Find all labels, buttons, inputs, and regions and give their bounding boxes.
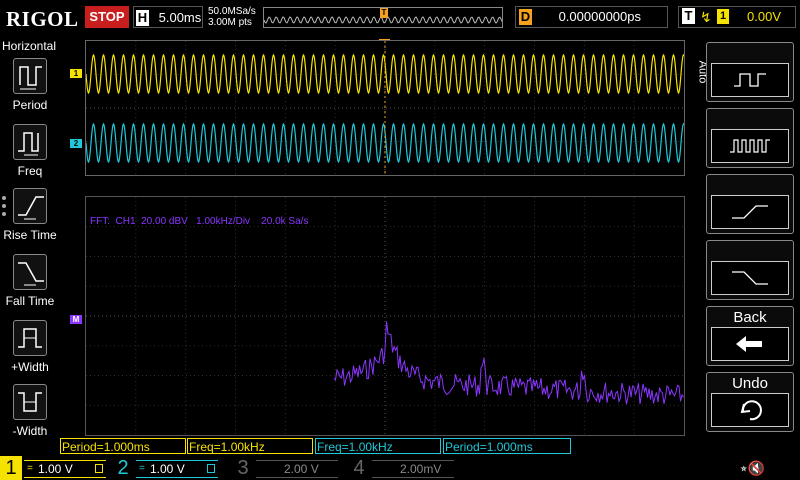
fall-time-icon xyxy=(13,254,47,290)
positive-width-icon xyxy=(13,320,47,356)
trigger-box[interactable]: T ↯ 1 0.00V xyxy=(678,6,796,28)
fft-trace xyxy=(333,321,684,405)
time-domain-display xyxy=(85,40,685,176)
time-domain-waveforms xyxy=(85,41,685,175)
measure-rise-time-label: Rise Time xyxy=(3,228,57,242)
delay-box[interactable]: D 0.00000000ps xyxy=(515,6,668,28)
measure-fall-time-label: Fall Time xyxy=(5,294,55,308)
frequency-icon xyxy=(13,124,47,160)
measurement-ch2-period[interactable]: Period=1.000ms xyxy=(443,438,571,454)
measure-positive-width[interactable]: +Width xyxy=(0,318,60,382)
ch1-offset-marker[interactable]: 1 xyxy=(70,69,82,78)
back-label: Back xyxy=(733,309,767,326)
ch4-number[interactable]: 4 xyxy=(348,456,370,480)
sample-rate: 50.0MSa/s xyxy=(208,6,256,17)
pulse-train-icon xyxy=(711,129,789,163)
rising-edge-icon xyxy=(711,195,789,229)
back-arrow-icon xyxy=(711,327,789,361)
measure-freq[interactable]: Freq xyxy=(0,122,60,186)
softkey-2[interactable] xyxy=(706,108,794,168)
usb-icon: ⭒🔇 xyxy=(740,460,765,476)
ch2-scale: 1.00 V xyxy=(150,462,185,476)
falling-edge-icon xyxy=(711,261,789,295)
timebase-value: 5.00ms xyxy=(158,10,202,25)
ch2-settings[interactable]: = 1.00 V xyxy=(136,460,218,478)
math-offset-marker[interactable]: M xyxy=(70,315,82,324)
ch4-scale: 2.00mV xyxy=(400,462,442,476)
ch2-coupling-icon: = xyxy=(139,463,145,474)
ch4-settings[interactable]: 2.00mV xyxy=(372,460,454,478)
softkey-4[interactable] xyxy=(706,240,794,300)
negative-width-icon xyxy=(13,384,47,420)
measurement-ch2-freq[interactable]: Freq=1.00kHz xyxy=(315,438,441,454)
ch3-settings[interactable]: 2.00 V xyxy=(256,460,338,478)
softkey-1[interactable] xyxy=(706,42,794,102)
ch1-settings[interactable]: = 1.00 V xyxy=(24,460,106,478)
measure-freq-label: Freq xyxy=(17,164,43,178)
ch1-number[interactable]: 1 xyxy=(0,456,22,480)
measure-negative-width-label: -Width xyxy=(12,424,48,438)
ch3-number[interactable]: 3 xyxy=(232,456,254,480)
trigger-level: 0.00V xyxy=(747,9,781,24)
period-icon xyxy=(13,58,47,94)
delay-value: 0.00000000ps xyxy=(558,9,641,24)
memory-position-track[interactable]: T xyxy=(263,7,503,28)
ch3-scale: 2.00 V xyxy=(284,462,319,476)
undo-button[interactable]: Undo xyxy=(706,372,794,432)
memory-depth: 3.00M pts xyxy=(208,17,252,28)
channel-bar: 1 = 1.00 V 2 = 1.00 V 3 2.00 V 4 2.00mV … xyxy=(0,456,800,480)
ch2-number[interactable]: 2 xyxy=(112,456,134,480)
timebase-box[interactable]: H 5.00ms xyxy=(133,6,203,28)
acquisition-info: 50.0MSa/s 3.00M pts xyxy=(208,6,256,28)
measure-fall-time[interactable]: Fall Time xyxy=(0,252,60,316)
measure-period[interactable]: Period xyxy=(0,56,60,120)
measure-negative-width[interactable]: -Width xyxy=(0,382,60,446)
horizontal-measure-menu: Horizontal Period Freq Rise Time Fall Ti… xyxy=(0,36,60,456)
measure-period-label: Period xyxy=(12,98,48,112)
ch1-coupling-icon: = xyxy=(27,463,33,474)
measure-positive-width-label: +Width xyxy=(11,360,49,374)
ch2-offset-marker[interactable]: 2 xyxy=(70,139,82,148)
measurement-ch1-freq[interactable]: Freq=1.00kHz xyxy=(187,438,313,454)
menu-title: Horizontal xyxy=(2,39,57,53)
trigger-key: T xyxy=(682,8,695,24)
measure-rise-time[interactable]: Rise Time xyxy=(0,186,60,250)
status-bar: RIGOL STOP H 5.00ms 50.0MSa/s 3.00M pts … xyxy=(0,0,800,36)
delay-key: D xyxy=(519,9,532,25)
ch1-scale: 1.00 V xyxy=(38,462,73,476)
run-stop-button[interactable]: STOP xyxy=(85,6,129,28)
fft-display: FFT: CH1 20.00 dBV 1.00kHz/Div 20.0k Sa/… xyxy=(85,196,685,436)
rigol-logo: RIGOL xyxy=(6,7,79,31)
ch2-bandwidth-icon xyxy=(207,464,215,473)
undo-icon xyxy=(711,393,789,427)
rising-edge-icon: ↯ xyxy=(700,9,712,25)
fft-spectrum xyxy=(86,197,684,435)
measurement-ch1-period[interactable]: Period=1.000ms xyxy=(60,438,186,454)
ch1-bandwidth-icon xyxy=(95,464,103,473)
track-trigger-marker: T xyxy=(380,8,388,18)
back-button[interactable]: Back xyxy=(706,306,794,366)
softkey-3[interactable] xyxy=(706,174,794,234)
square-wave-icon xyxy=(711,63,789,97)
soft-key-menu: Auto Back Undo xyxy=(696,36,800,456)
horizontal-key: H xyxy=(136,10,149,26)
rise-time-icon xyxy=(13,188,47,224)
fft-settings-label: FFT: CH1 20.00 dBV 1.00kHz/Div 20.0k Sa/… xyxy=(90,216,309,227)
trigger-source: 1 xyxy=(717,9,729,24)
undo-label: Undo xyxy=(732,375,768,392)
